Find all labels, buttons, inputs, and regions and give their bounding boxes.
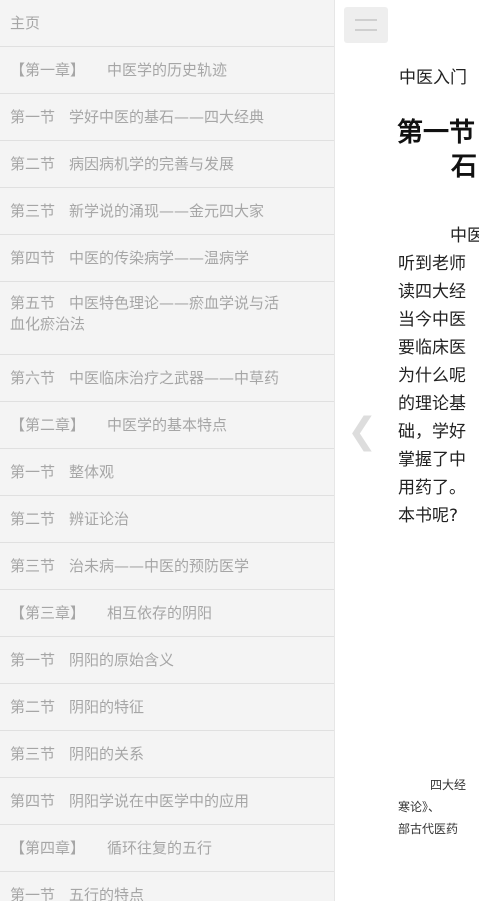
hamburger-menu-icon-bar bbox=[355, 29, 377, 31]
toc-item-section: 第三节 bbox=[10, 744, 56, 763]
chapter-title-line-2: 石 bbox=[451, 152, 478, 182]
paragraph-line: 掌握了中 bbox=[398, 450, 466, 470]
toc-item-title: 五行的特点 bbox=[69, 885, 145, 901]
footnote-line: 寒论》、 bbox=[398, 800, 441, 814]
toc-item-title: 治未病——中医的预防医学 bbox=[69, 556, 250, 575]
paragraph-line: 本书呢? bbox=[398, 506, 459, 526]
toc-sidebar: 主页 【第一章】 中医学的历史轨迹 第一节 学好中医的基石——四大经典 第二节 病因病机学… bbox=[0, 0, 335, 901]
toc-section-item[interactable]: 第六节 中医临床治疗之武器——中草药 bbox=[0, 355, 334, 402]
toc-item-section: 第一节 bbox=[10, 462, 56, 481]
toc-item-title: 阴阳的关系 bbox=[69, 744, 145, 763]
paragraph-line: 为什么呢 bbox=[398, 366, 466, 386]
book-title: 中医入门 bbox=[399, 68, 467, 88]
toc-section-item[interactable]: 第五节 中医特色理论——瘀血学说与活血化瘀治法 bbox=[0, 282, 334, 355]
footnote-line: 部古代医药 bbox=[398, 822, 459, 836]
toc-item-section: 第一节 bbox=[10, 107, 56, 126]
footnote-line: 四大经 bbox=[430, 778, 467, 792]
toc-item-title: 阴阳的特征 bbox=[69, 697, 145, 716]
toc-item-section: 第三节 bbox=[10, 201, 56, 220]
paragraph-line: 读四大经 bbox=[398, 282, 466, 302]
paragraph-line: 中医 bbox=[450, 226, 479, 246]
toc-item-section: 第一节 bbox=[10, 650, 56, 669]
toc-section-item[interactable]: 第一节 阴阳的原始含义 bbox=[0, 637, 334, 684]
paragraph-line: 础，学好 bbox=[398, 422, 466, 442]
toc-item-title: 阴阳的原始含义 bbox=[69, 650, 175, 669]
toc-section-item[interactable]: 第二节 阴阳的特征 bbox=[0, 684, 334, 731]
toc-item-title: 中医学的基本特点 bbox=[107, 415, 228, 434]
toc-item-title: 辨证论治 bbox=[69, 509, 130, 528]
toc-item-title: 新学说的涌现——金元四大家 bbox=[69, 201, 265, 220]
toc-item-section: 第二节 bbox=[10, 509, 56, 528]
toc-section-item[interactable]: 第三节 新学说的涌现——金元四大家 bbox=[0, 188, 334, 235]
paragraph-line: 要临床医 bbox=[398, 338, 466, 358]
toc-item-section: 【第一章】 bbox=[10, 60, 86, 79]
paragraph-line: 听到老师 bbox=[398, 254, 466, 274]
toc-item-title: 中医学的历史轨迹 bbox=[107, 60, 228, 79]
toc-section-item[interactable]: 第一节 五行的特点 bbox=[0, 872, 334, 901]
toc-item-section: 第四节 bbox=[10, 791, 56, 810]
chapter-title: 第一节 石 bbox=[397, 116, 477, 184]
toc-section-item[interactable]: 第一节 整体观 bbox=[0, 449, 334, 496]
toc-chapter-item[interactable]: 【第四章】 循环往复的五行 bbox=[0, 825, 334, 872]
paragraph-line: 的理论基 bbox=[398, 394, 466, 414]
toc-chapter-item[interactable]: 【第三章】 相互依存的阴阳 bbox=[0, 590, 334, 637]
toc-chapter-item[interactable]: 【第一章】 中医学的历史轨迹 bbox=[0, 47, 334, 94]
toc-item-text: 第五节 中医特色理论——瘀血学说与活血化瘀治法 bbox=[10, 293, 279, 335]
toc-section-item[interactable]: 第二节 病因病机学的完善与发展 bbox=[0, 141, 334, 188]
toc-item-title-cont: 血化瘀治法 bbox=[10, 315, 86, 333]
toc-home[interactable]: 主页 bbox=[0, 0, 334, 47]
toc-item-section: 【第二章】 bbox=[10, 415, 86, 434]
toc-item-title: 中医临床治疗之武器——中草药 bbox=[69, 368, 280, 387]
toc-section-item[interactable]: 第三节 阴阳的关系 bbox=[0, 731, 334, 778]
paragraph-line: 用药了。 bbox=[398, 478, 466, 498]
toc-item-section: 第五节 bbox=[10, 294, 56, 312]
paragraph-line: 当今中医 bbox=[398, 310, 466, 330]
toc-section-item[interactable]: 第三节 治未病——中医的预防医学 bbox=[0, 543, 334, 590]
menu-button[interactable] bbox=[344, 7, 388, 43]
toc-section-item[interactable]: 第四节 中医的传染病学——温病学 bbox=[0, 235, 334, 282]
toc-item-title: 中医特色理论——瘀血学说与活 bbox=[69, 294, 280, 312]
toc-list: 【第一章】 中医学的历史轨迹 第一节 学好中医的基石——四大经典 第二节 病因病机学的完善… bbox=[0, 47, 334, 901]
toc-item-title: 阴阳学说在中医学中的应用 bbox=[69, 791, 250, 810]
toc-section-item[interactable]: 第四节 阴阳学说在中医学中的应用 bbox=[0, 778, 334, 825]
body-paragraph: 中医听到老师读四大经当今中医要临床医为什么呢的理论基础，学好掌握了中用药了。本书… bbox=[398, 222, 479, 530]
toc-item-section: 第二节 bbox=[10, 697, 56, 716]
reader-pane[interactable]: 中医入门 第一节 石 中医听到老师读四大经当今中医要临床医为什么呢的理论基础，学… bbox=[335, 0, 479, 901]
toc-section-item[interactable]: 第一节 学好中医的基石——四大经典 bbox=[0, 94, 334, 141]
chapter-title-line-1: 第一节 bbox=[397, 118, 476, 148]
hamburger-menu-icon bbox=[355, 19, 377, 21]
chevron-left-icon[interactable]: ❮ bbox=[347, 412, 377, 452]
toc-item-section: 【第四章】 bbox=[10, 838, 86, 857]
toc-item-title: 整体观 bbox=[69, 462, 115, 481]
toc-section-item[interactable]: 第二节 辨证论治 bbox=[0, 496, 334, 543]
toc-item-title: 病因病机学的完善与发展 bbox=[69, 154, 235, 173]
toc-item-section: 【第三章】 bbox=[10, 603, 86, 622]
toc-item-section: 第三节 bbox=[10, 556, 56, 575]
toc-item-title: 循环往复的五行 bbox=[107, 838, 213, 857]
toc-item-section: 第六节 bbox=[10, 368, 56, 387]
toc-item-section: 第二节 bbox=[10, 154, 56, 173]
toc-home-label: 主页 bbox=[10, 13, 41, 32]
toc-item-title: 学好中医的基石——四大经典 bbox=[69, 107, 265, 126]
toc-item-title: 相互依存的阴阳 bbox=[107, 603, 213, 622]
toc-item-section: 第四节 bbox=[10, 248, 56, 267]
toc-chapter-item[interactable]: 【第二章】 中医学的基本特点 bbox=[0, 402, 334, 449]
toc-item-title: 中医的传染病学——温病学 bbox=[69, 248, 250, 267]
footnote: 四大经寒论》、部古代医药 bbox=[398, 774, 466, 840]
toc-item-section: 第一节 bbox=[10, 885, 56, 901]
